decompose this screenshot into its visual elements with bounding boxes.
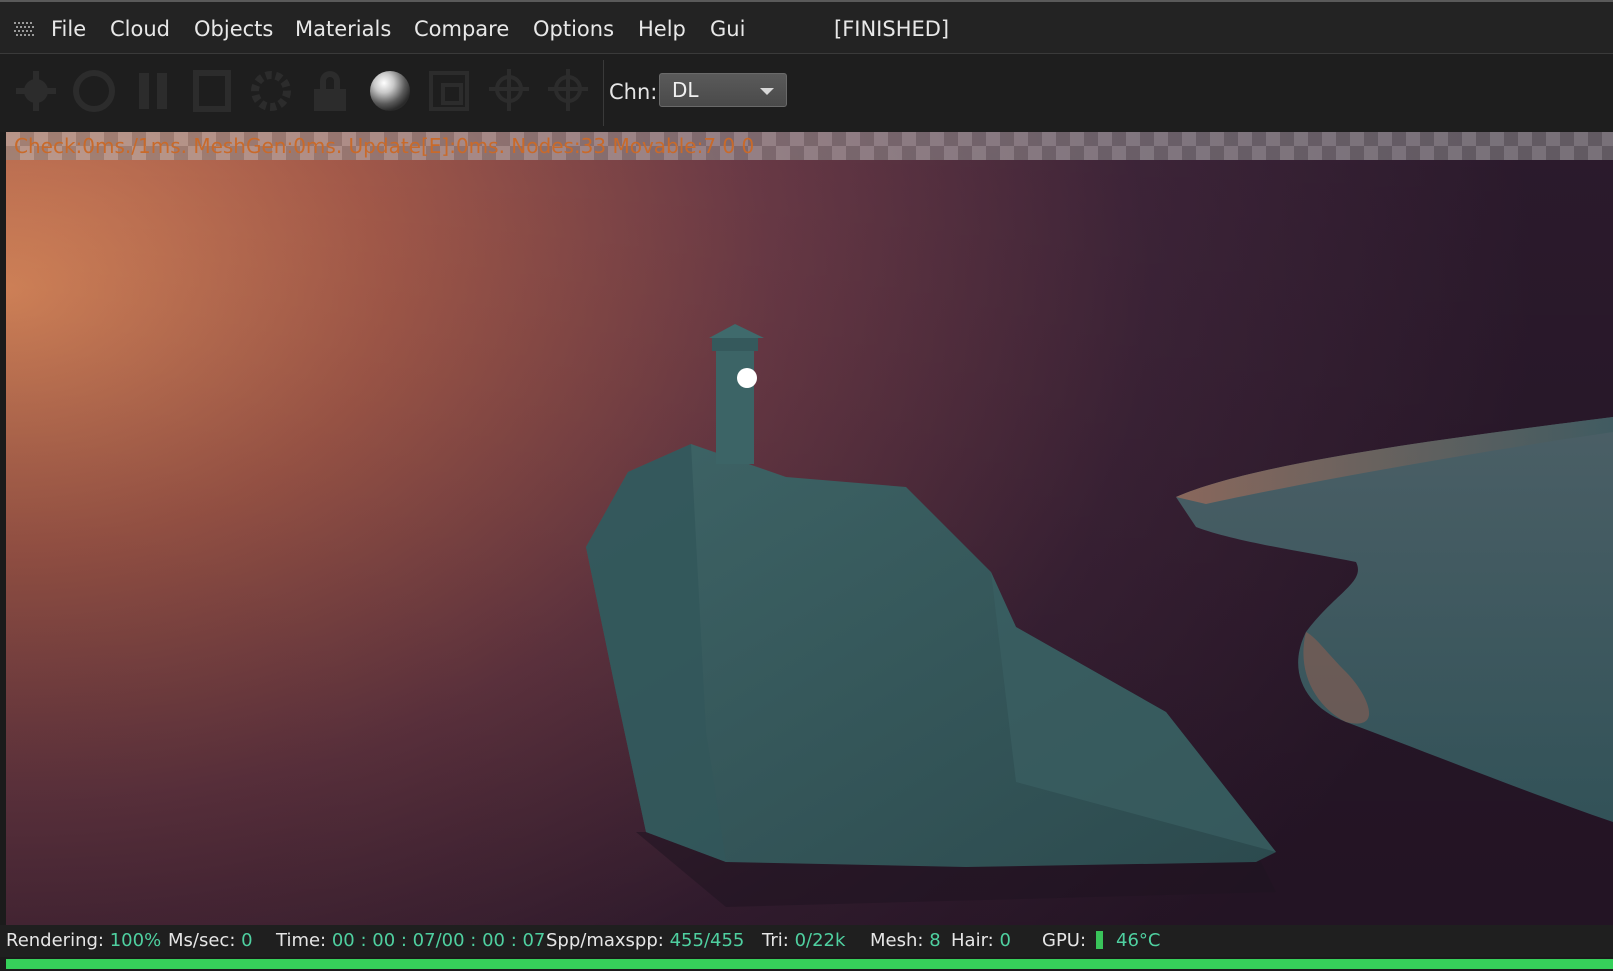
menu-gui[interactable]: Gui [710,15,745,43]
lighthouse-tower [716,344,754,464]
time-status: Time: 00 : 00 : 07/00 : 00 : 07 [276,925,545,957]
mssec-value: 0 [241,930,253,951]
mesh-label: Mesh: [870,930,924,951]
render-progress-fill [6,959,1613,969]
hair-label: Hair: [951,930,994,951]
tri-label: Tri: [762,930,789,951]
mesh-value: 8 [929,930,941,951]
settings-icon[interactable] [12,67,60,115]
menu-options[interactable]: Options [533,15,614,43]
render-status-title: [FINISHED] [834,17,950,41]
mesh-status: Mesh: 8 [870,925,941,957]
render-progress-bar [6,959,1613,969]
tri-value: 0/22k [794,930,846,951]
time-value: 00 : 00 : 07/00 : 00 : 07 [331,930,546,951]
rendering-value: 100% [109,930,162,951]
menu-help[interactable]: Help [638,15,686,43]
stop-icon[interactable] [188,67,236,115]
render-sphere-icon[interactable] [366,67,414,115]
status-bar: Rendering: 100% Ms/sec: 0 Time: 00 : 00 … [0,925,1613,957]
spp-value: 455/455 [669,930,745,951]
gpu-usage-bar [1095,931,1103,949]
time-label: Time: [276,930,327,951]
channel-select[interactable]: DL [659,73,787,107]
mssec-label: Ms/sec: [168,930,236,951]
chevron-down-icon [760,88,774,95]
lighthouse-light [737,368,757,388]
focus-picker-icon[interactable] [485,67,533,115]
rendering-label: Rendering: [6,930,104,951]
gpu-temperature: 46°C [1116,930,1161,951]
channel-label: Chn: [609,80,658,104]
menu-objects[interactable]: Objects [194,15,273,43]
gear-icon[interactable] [247,67,295,115]
rendering-status: Rendering: 100% [6,925,161,957]
gpu-status: GPU: [1042,925,1103,957]
menu-bar: File Cloud Objects Materials Compare Opt… [0,0,1613,54]
lighthouse-roof [709,324,764,338]
tri-status: Tri: 0/22k [762,925,845,957]
menu-materials[interactable]: Materials [295,15,391,43]
app-menu-icon[interactable] [14,22,36,40]
toolbar-divider [603,60,604,126]
mssec-status: Ms/sec: 0 [168,925,253,957]
channel-select-value: DL [672,78,699,102]
lighthouse-gallery [712,337,758,351]
hair-value: 0 [999,930,1011,951]
pause-icon[interactable] [129,67,177,115]
lock-icon[interactable] [306,67,354,115]
toolbar: Chn: DL [0,54,1613,132]
stats-overlay-text: Check:0ms./1ms. MeshGen:0ms. Update[E]:0… [14,134,755,158]
hair-status: Hair: 0 [951,925,1011,957]
spp-status: Spp/maxspp: 455/455 [546,925,744,957]
white-balance-picker-icon[interactable] [544,67,592,115]
menu-cloud[interactable]: Cloud [110,15,170,43]
render-viewport[interactable]: Check:0ms./1ms. MeshGen:0ms. Update[E]:0… [6,132,1613,925]
menu-compare[interactable]: Compare [414,15,509,43]
record-icon[interactable] [70,67,118,115]
spp-label: Spp/maxspp: [546,930,664,951]
gpu-label: GPU: [1042,930,1087,951]
rendered-scene [586,324,1613,907]
region-icon[interactable] [425,67,473,115]
menu-file[interactable]: File [51,15,86,43]
